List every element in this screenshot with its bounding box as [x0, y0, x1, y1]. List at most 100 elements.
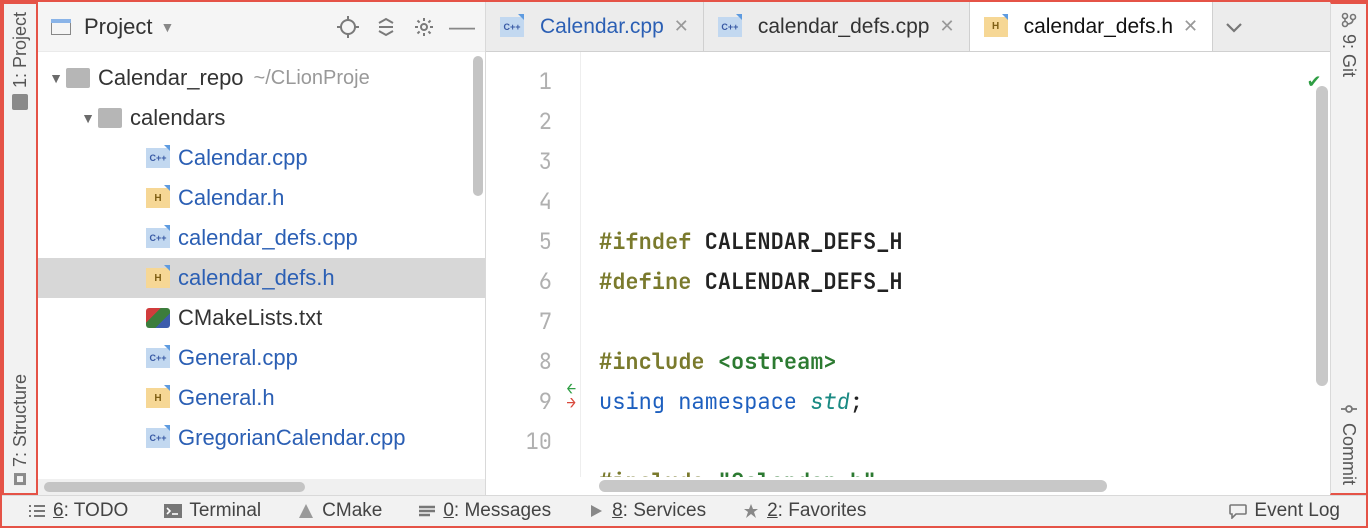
structure-tool-tab[interactable]: 7: Structure — [10, 366, 31, 493]
code-line[interactable]: #define CALENDAR_DEFS_H — [599, 262, 1330, 302]
vcs-change-icon[interactable]: ←→ — [566, 382, 576, 410]
messages-label: 0 — [443, 500, 454, 521]
services-label: 8 — [612, 500, 623, 521]
project-view-icon[interactable] — [46, 12, 76, 42]
event-log-label: Event Log — [1254, 500, 1340, 522]
code-line[interactable]: using namespace std; — [599, 382, 1330, 422]
line-number-gutter: ←→ 12345678910 — [486, 52, 581, 477]
tree-file-label: General.h — [178, 385, 275, 411]
cmake-tool-button[interactable]: CMake — [281, 500, 398, 522]
tree-file[interactable]: CMakeLists.txt — [38, 298, 485, 338]
hdr-file-icon — [984, 17, 1008, 37]
todo-label: 6 — [53, 500, 64, 521]
cmake-icon — [297, 502, 315, 520]
code-line[interactable] — [599, 422, 1330, 462]
tree-path-hint: ~/CLionProje — [254, 67, 370, 90]
services-icon — [587, 502, 605, 520]
editor-tab[interactable]: Calendar.cpp ✕ — [486, 2, 704, 51]
line-number[interactable]: 9 — [486, 382, 552, 422]
structure-tool-label: 7: Structure — [10, 374, 31, 467]
line-number[interactable]: 1 — [486, 62, 552, 102]
editor-tabbar: Calendar.cpp✕calendar_defs.cpp✕calendar_… — [486, 2, 1330, 52]
tree-file[interactable]: General.h — [38, 378, 485, 418]
line-number[interactable]: 7 — [486, 302, 552, 342]
line-number[interactable]: 6 — [486, 262, 552, 302]
line-number[interactable]: 5 — [486, 222, 552, 262]
terminal-tool-button[interactable]: Terminal — [148, 500, 277, 522]
code-line[interactable] — [599, 302, 1330, 342]
line-number[interactable]: 8 — [486, 342, 552, 382]
left-tool-gutter: 1: Project 7: Structure — [2, 2, 38, 495]
line-number[interactable]: 3 — [486, 142, 552, 182]
locate-icon[interactable] — [333, 12, 363, 42]
project-dropdown-icon[interactable]: ▼ — [160, 19, 174, 35]
code-line[interactable]: #include "Calendar.h" — [599, 462, 1330, 477]
tree-file[interactable]: Calendar.h — [38, 178, 485, 218]
tree-file-label: Calendar.h — [178, 185, 284, 211]
commit-icon — [1338, 401, 1359, 417]
todo-tool-button[interactable]: 6: TODO — [12, 500, 144, 522]
event-log-button[interactable]: Event Log — [1213, 500, 1356, 522]
tree-folder[interactable]: calendars — [38, 98, 485, 138]
cpp-file-icon — [500, 17, 524, 37]
tree-file[interactable]: calendar_defs.h — [38, 258, 485, 298]
editor-tab[interactable]: calendar_defs.cpp ✕ — [704, 2, 970, 51]
tree-file[interactable]: Calendar.cpp — [38, 138, 485, 178]
tree-file-label: calendar_defs.h — [178, 265, 335, 291]
tree-label: Calendar_repo — [98, 65, 244, 91]
tree-file[interactable]: GregorianCalendar.cpp — [38, 418, 485, 458]
project-hscroll[interactable] — [38, 479, 485, 495]
code-line[interactable]: #ifndef CALENDAR_DEFS_H — [599, 222, 1330, 262]
tab-label: calendar_defs.cpp — [758, 15, 930, 39]
folder-icon — [98, 108, 122, 128]
favorites-label: 2 — [767, 500, 778, 521]
status-bar: 6: TODO Terminal CMake 0: Messages 8: Se… — [2, 495, 1366, 526]
terminal-label: Terminal — [189, 500, 261, 522]
tree-file-label: General.cpp — [178, 345, 298, 371]
services-tool-button[interactable]: 8: Services — [571, 500, 722, 522]
settings-icon[interactable] — [409, 12, 439, 42]
git-tool-tab[interactable]: 9: Git — [1338, 4, 1359, 85]
tabs-more-icon[interactable] — [1213, 2, 1255, 51]
editor-vscroll[interactable] — [1316, 86, 1328, 386]
tree-file-label: CMakeLists.txt — [178, 305, 322, 331]
branch-icon — [1338, 12, 1359, 28]
hide-icon[interactable]: — — [447, 12, 477, 42]
commit-tool-tab[interactable]: Commit — [1338, 393, 1359, 493]
close-icon[interactable]: ✕ — [674, 16, 689, 37]
cpp-file-icon — [718, 17, 742, 37]
messages-icon — [418, 502, 436, 520]
project-vscroll[interactable] — [473, 56, 483, 196]
close-icon[interactable]: ✕ — [1183, 16, 1198, 37]
favorites-tool-button[interactable]: 2: Favorites — [726, 500, 882, 522]
tab-label: Calendar.cpp — [540, 15, 664, 39]
line-number[interactable]: 4 — [486, 182, 552, 222]
structure-icon — [14, 473, 26, 485]
code-area[interactable]: ✔ #ifndef CALENDAR_DEFS_H#define CALENDA… — [581, 52, 1330, 477]
editor-body[interactable]: ←→ 12345678910 ✔ #ifndef CALENDAR_DEFS_H… — [486, 52, 1330, 477]
cpp-file-icon — [146, 348, 170, 368]
expand-arrow-icon[interactable] — [46, 70, 66, 86]
tree-file[interactable]: General.cpp — [38, 338, 485, 378]
line-number[interactable]: 10 — [486, 422, 552, 462]
editor-tab[interactable]: calendar_defs.h ✕ — [970, 2, 1214, 51]
line-number[interactable]: 2 — [486, 102, 552, 142]
cmake-file-icon — [146, 308, 170, 328]
editor-hscroll[interactable] — [486, 477, 1330, 495]
tree-label: calendars — [130, 105, 225, 131]
tree-file-label: calendar_defs.cpp — [178, 225, 358, 251]
right-tool-gutter: 9: Git Commit — [1330, 2, 1366, 495]
hdr-file-icon — [146, 188, 170, 208]
messages-tool-button[interactable]: 0: Messages — [402, 500, 567, 522]
expand-all-icon[interactable] — [371, 12, 401, 42]
git-tool-label: 9: Git — [1338, 34, 1359, 77]
code-line[interactable]: #include <ostream> — [599, 342, 1330, 382]
close-icon[interactable]: ✕ — [939, 16, 954, 37]
project-tree[interactable]: Calendar_repo ~/CLionProje calendars Calend… — [38, 52, 485, 479]
tree-root[interactable]: Calendar_repo ~/CLionProje — [38, 58, 485, 98]
expand-arrow-icon[interactable] — [78, 110, 98, 126]
tab-label: calendar_defs.h — [1024, 15, 1173, 39]
tree-file[interactable]: calendar_defs.cpp — [38, 218, 485, 258]
project-title: Project — [84, 14, 152, 40]
project-tool-tab[interactable]: 1: Project — [10, 4, 31, 118]
